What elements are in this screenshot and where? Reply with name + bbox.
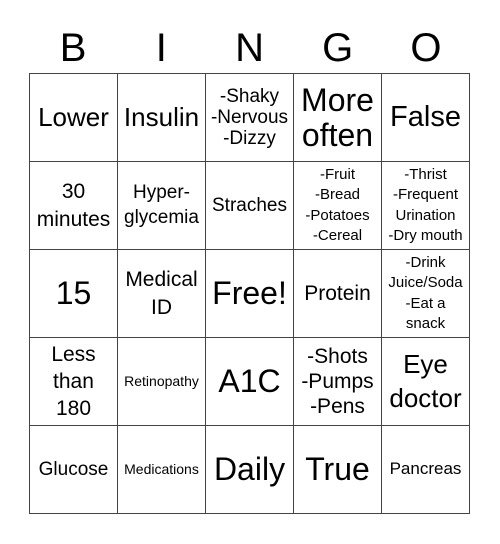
bingo-cell[interactable]: Hyper- glycemia bbox=[118, 162, 206, 250]
bingo-cell[interactable]: Protein bbox=[294, 250, 382, 338]
bingo-cell[interactable]: Medications bbox=[118, 426, 206, 514]
bingo-cell[interactable]: -Shots -Pumps -Pens bbox=[294, 338, 382, 426]
bingo-cell[interactable]: -Thrist -Frequent Urination -Dry mouth bbox=[382, 162, 470, 250]
header-letter-i: I bbox=[155, 26, 167, 70]
bingo-cell[interactable]: Pancreas bbox=[382, 426, 470, 514]
bingo-cell[interactable]: More often bbox=[294, 74, 382, 162]
bingo-cell[interactable]: True bbox=[294, 426, 382, 514]
header-letter-g: G bbox=[322, 26, 354, 70]
bingo-cell[interactable]: Retinopathy bbox=[118, 338, 206, 426]
bingo-cell[interactable]: Daily bbox=[206, 426, 294, 514]
bingo-cell[interactable]: Medical ID bbox=[118, 250, 206, 338]
bingo-cell[interactable]: Glucose bbox=[30, 426, 118, 514]
header-letter-b: B bbox=[59, 26, 87, 70]
bingo-cell[interactable]: -Fruit -Bread -Potatoes -Cereal bbox=[294, 162, 382, 250]
bingo-cell[interactable]: 30 minutes bbox=[30, 162, 118, 250]
bingo-cell[interactable]: Insulin bbox=[118, 74, 206, 162]
bingo-cell[interactable]: A1C bbox=[206, 338, 294, 426]
bingo-cell[interactable]: Less than 180 bbox=[30, 338, 118, 426]
free-space-cell[interactable]: Free! bbox=[206, 250, 294, 338]
header-letter-n: N bbox=[235, 26, 264, 70]
bingo-cell[interactable]: -Shaky -Nervous -Dizzy bbox=[206, 74, 294, 162]
bingo-cell[interactable]: Straches bbox=[206, 162, 294, 250]
bingo-card-grid: Lower Insulin -Shaky -Nervous -Dizzy Mor… bbox=[29, 73, 470, 514]
bingo-cell[interactable]: 15 bbox=[30, 250, 118, 338]
bingo-cell[interactable]: Lower bbox=[30, 74, 118, 162]
bingo-cell[interactable]: -Drink Juice/Soda -Eat a snack bbox=[382, 250, 470, 338]
bingo-cell[interactable]: False bbox=[382, 74, 470, 162]
bingo-header: B I N G O bbox=[29, 24, 470, 72]
header-letter-o: O bbox=[410, 26, 442, 70]
bingo-cell[interactable]: Eye doctor bbox=[382, 338, 470, 426]
